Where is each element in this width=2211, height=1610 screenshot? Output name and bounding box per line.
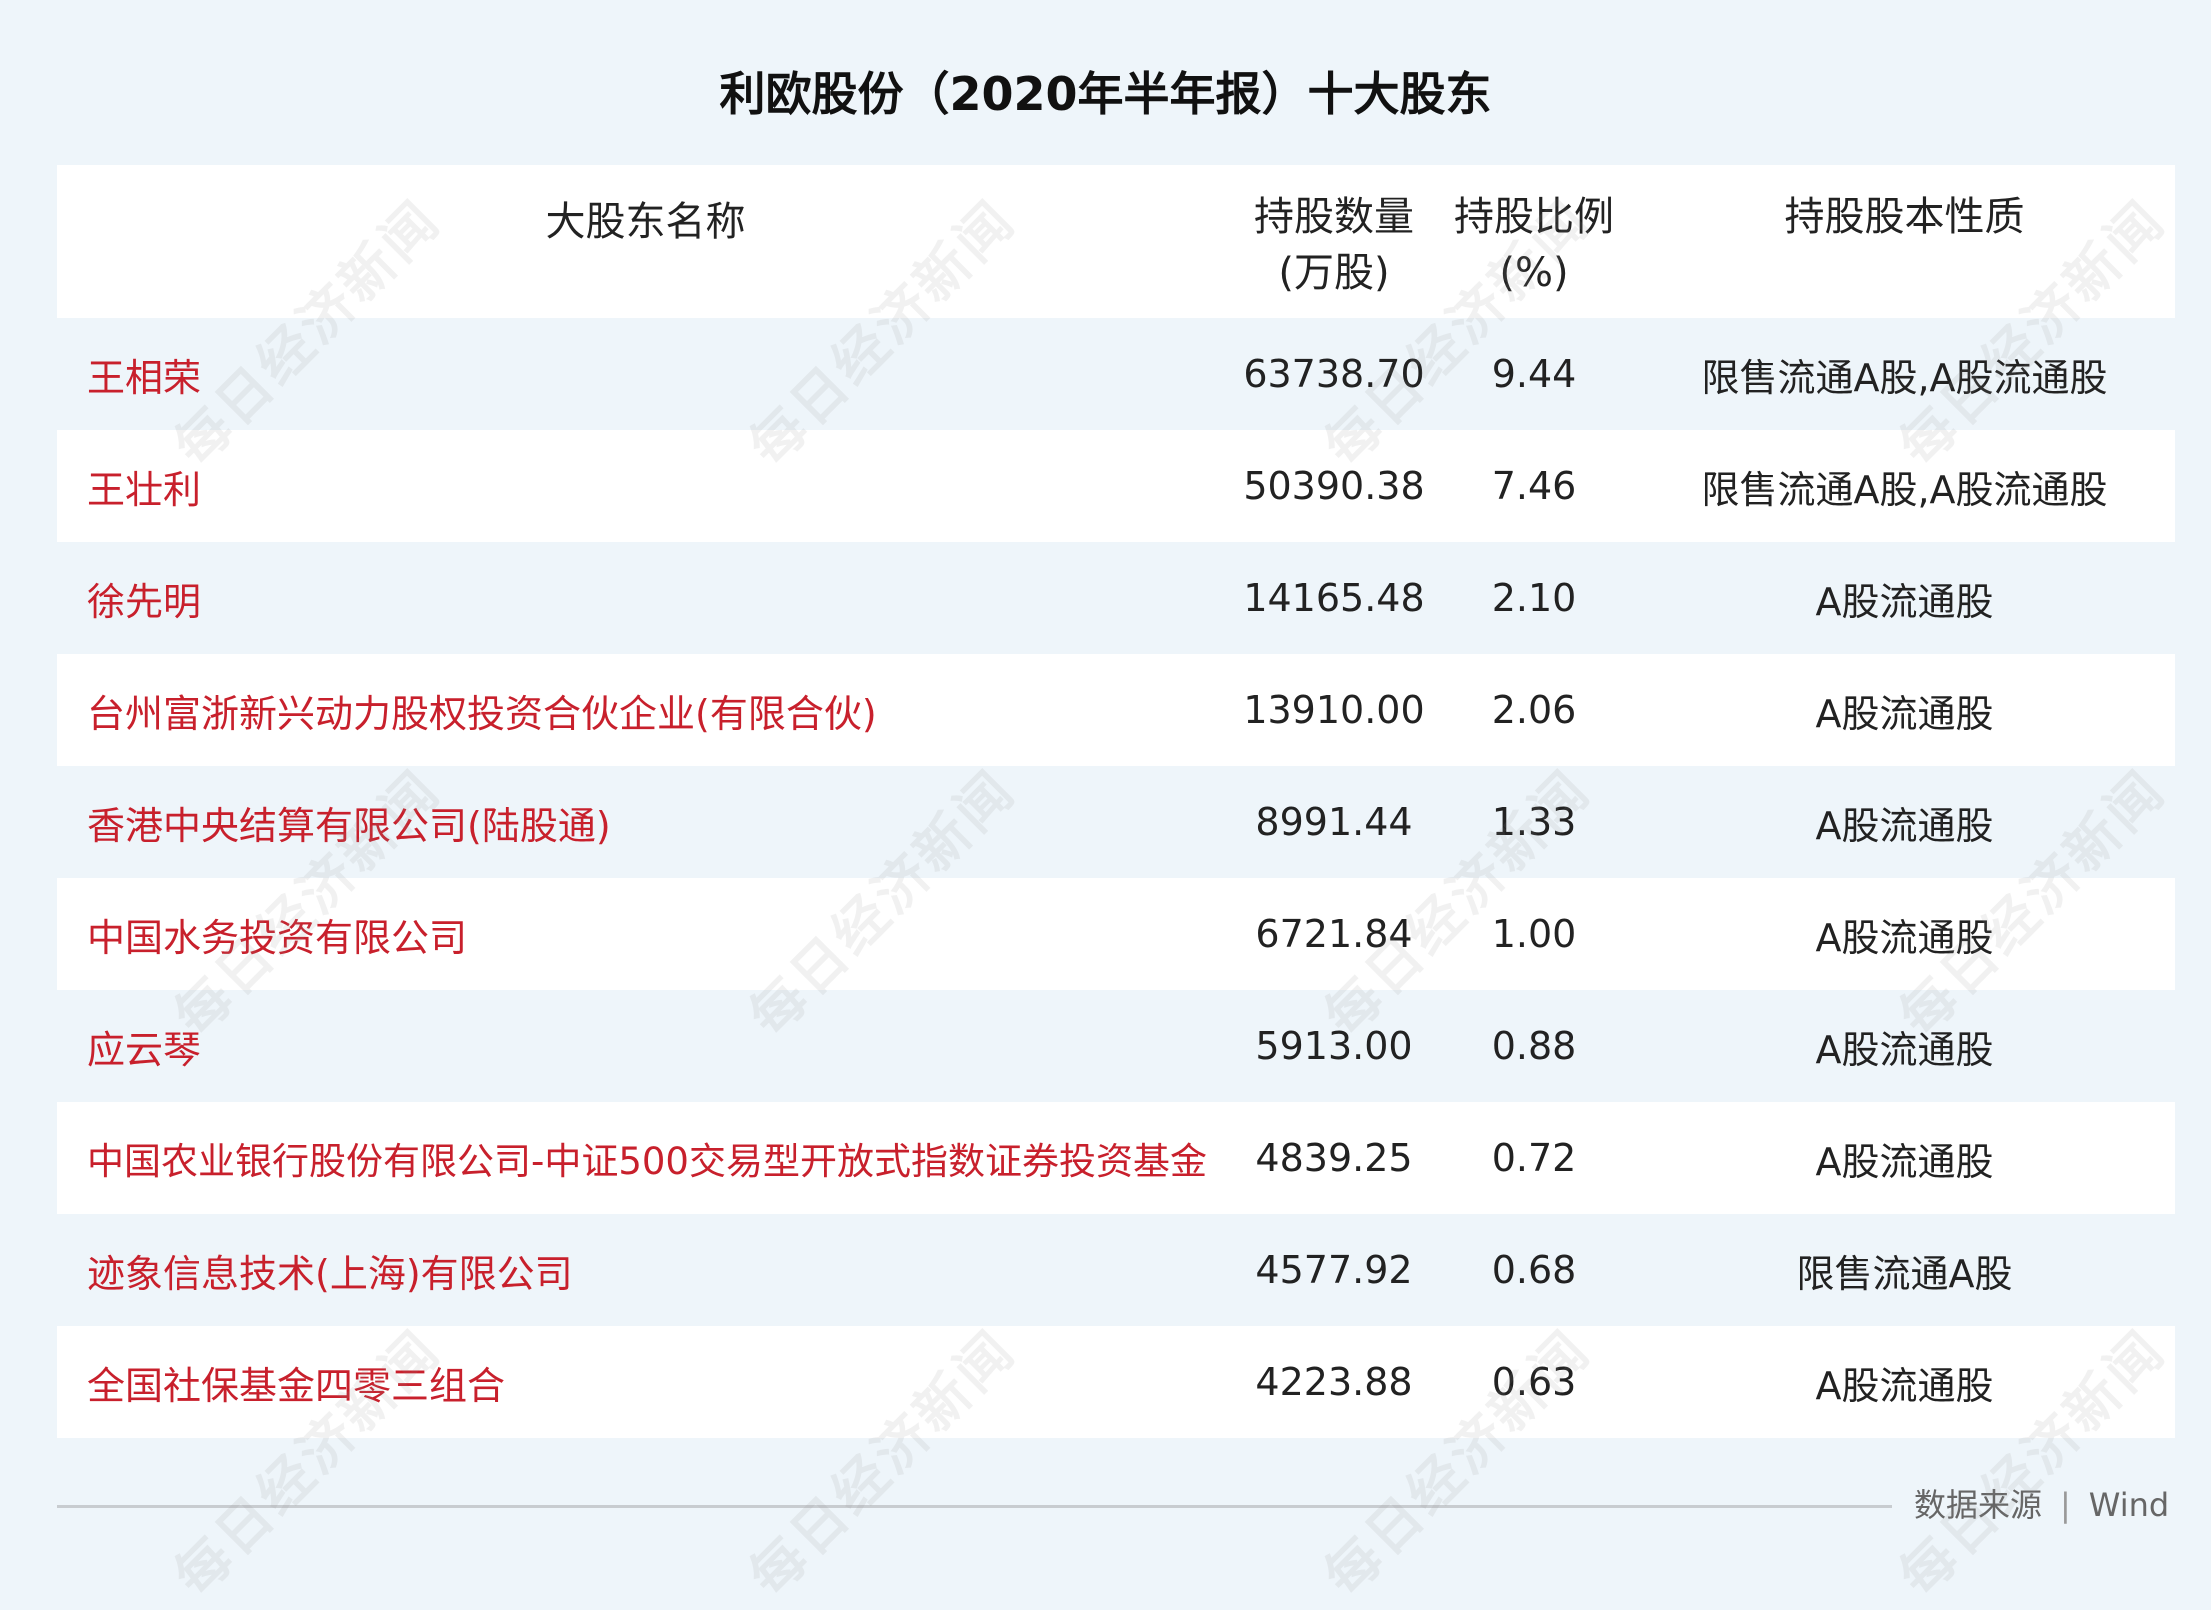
ratio-value: 1.00 <box>1491 912 1577 956</box>
source-value: Wind <box>2088 1486 2170 1524</box>
nature-value: 限售流通A股,A股流通股 <box>1701 355 2108 400</box>
header-nature: 持股股本性质 <box>1784 194 2025 240</box>
data-source: 数据来源 | Wind <box>1914 1480 2169 1526</box>
nature-value: A股流通股 <box>1815 915 1994 960</box>
table-header: 大股东名称 持股数量 (万股) 持股比例 (%) 持股股本性质 <box>57 165 2175 318</box>
header-shares: 持股数量 (万股) <box>1234 165 1434 301</box>
nature-value: 限售流通A股 <box>1796 1251 2013 1296</box>
header-ratio-line1: 持股比例 <box>1454 194 1614 240</box>
shares-value: 6721.84 <box>1255 912 1413 956</box>
nature-value: A股流通股 <box>1815 691 1994 736</box>
table-row: 王相荣 63738.70 9.44 限售流通A股,A股流通股 <box>57 318 2175 430</box>
table-row: 中国农业银行股份有限公司-中证500交易型开放式指数证券投资基金 4839.25… <box>57 1102 2175 1214</box>
ratio-value: 2.06 <box>1491 688 1577 732</box>
nature-value: A股流通股 <box>1815 1363 1994 1408</box>
footer-divider <box>57 1505 1892 1508</box>
shareholder-name: 应云琴 <box>87 1027 202 1072</box>
ratio-value: 0.88 <box>1491 1024 1577 1068</box>
nature-value: 限售流通A股,A股流通股 <box>1701 467 2108 512</box>
shareholder-name: 徐先明 <box>87 579 202 624</box>
table-row: 全国社保基金四零三组合 4223.88 0.63 A股流通股 <box>57 1326 2175 1438</box>
nature-value: A股流通股 <box>1815 803 1994 848</box>
nature-value: A股流通股 <box>1815 1027 1994 1072</box>
table-row: 应云琴 5913.00 0.88 A股流通股 <box>57 990 2175 1102</box>
shareholder-name: 迹象信息技术(上海)有限公司 <box>87 1251 573 1296</box>
shares-value: 13910.00 <box>1243 688 1425 732</box>
shares-value: 50390.38 <box>1243 464 1425 508</box>
shareholder-name: 中国水务投资有限公司 <box>87 915 468 960</box>
shareholder-name: 台州富浙新兴动力股权投资合伙企业(有限合伙) <box>87 691 877 736</box>
ratio-value: 0.63 <box>1491 1360 1577 1404</box>
source-separator: | <box>2060 1486 2071 1524</box>
shareholder-table: 大股东名称 持股数量 (万股) 持股比例 (%) 持股股本性质 王相荣 6373… <box>57 165 2175 1438</box>
shareholder-name: 全国社保基金四零三组合 <box>87 1363 506 1408</box>
shares-value: 4577.92 <box>1255 1248 1413 1292</box>
table-row: 中国水务投资有限公司 6721.84 1.00 A股流通股 <box>57 878 2175 990</box>
ratio-value: 0.72 <box>1491 1136 1577 1180</box>
shares-value: 5913.00 <box>1255 1024 1413 1068</box>
shareholder-name: 王相荣 <box>87 355 202 400</box>
shares-value: 8991.44 <box>1255 800 1413 844</box>
table-row: 徐先明 14165.48 2.10 A股流通股 <box>57 542 2175 654</box>
nature-value: A股流通股 <box>1815 579 1994 624</box>
shares-value: 4223.88 <box>1255 1360 1413 1404</box>
table-row: 台州富浙新兴动力股权投资合伙企业(有限合伙) 13910.00 2.06 A股流… <box>57 654 2175 766</box>
shares-value: 14165.48 <box>1243 576 1425 620</box>
ratio-value: 7.46 <box>1491 464 1577 508</box>
table-row: 王壮利 50390.38 7.46 限售流通A股,A股流通股 <box>57 430 2175 542</box>
shareholder-name: 香港中央结算有限公司(陆股通) <box>87 803 611 848</box>
table-row: 香港中央结算有限公司(陆股通) 8991.44 1.33 A股流通股 <box>57 766 2175 878</box>
ratio-value: 9.44 <box>1491 352 1577 396</box>
header-shares-line1: 持股数量 <box>1254 194 1414 240</box>
page-title: 利欧股份（2020年半年报）十大股东 <box>719 67 1492 121</box>
shareholder-name: 王壮利 <box>87 467 202 512</box>
header-ratio: 持股比例 (%) <box>1434 165 1634 301</box>
ratio-value: 2.10 <box>1491 576 1577 620</box>
header-shares-line2: (万股) <box>1278 250 1390 296</box>
shares-value: 4839.25 <box>1255 1136 1413 1180</box>
shareholder-name: 中国农业银行股份有限公司-中证500交易型开放式指数证券投资基金 <box>87 1140 1207 1183</box>
table-row: 迹象信息技术(上海)有限公司 4577.92 0.68 限售流通A股 <box>57 1214 2175 1326</box>
header-ratio-line2: (%) <box>1499 250 1569 296</box>
shares-value: 63738.70 <box>1243 352 1425 396</box>
nature-value: A股流通股 <box>1815 1139 1994 1184</box>
source-label: 数据来源 <box>1914 1486 2043 1524</box>
ratio-value: 1.33 <box>1491 800 1577 844</box>
ratio-value: 0.68 <box>1491 1248 1577 1292</box>
header-name: 大股东名称 <box>545 199 746 245</box>
